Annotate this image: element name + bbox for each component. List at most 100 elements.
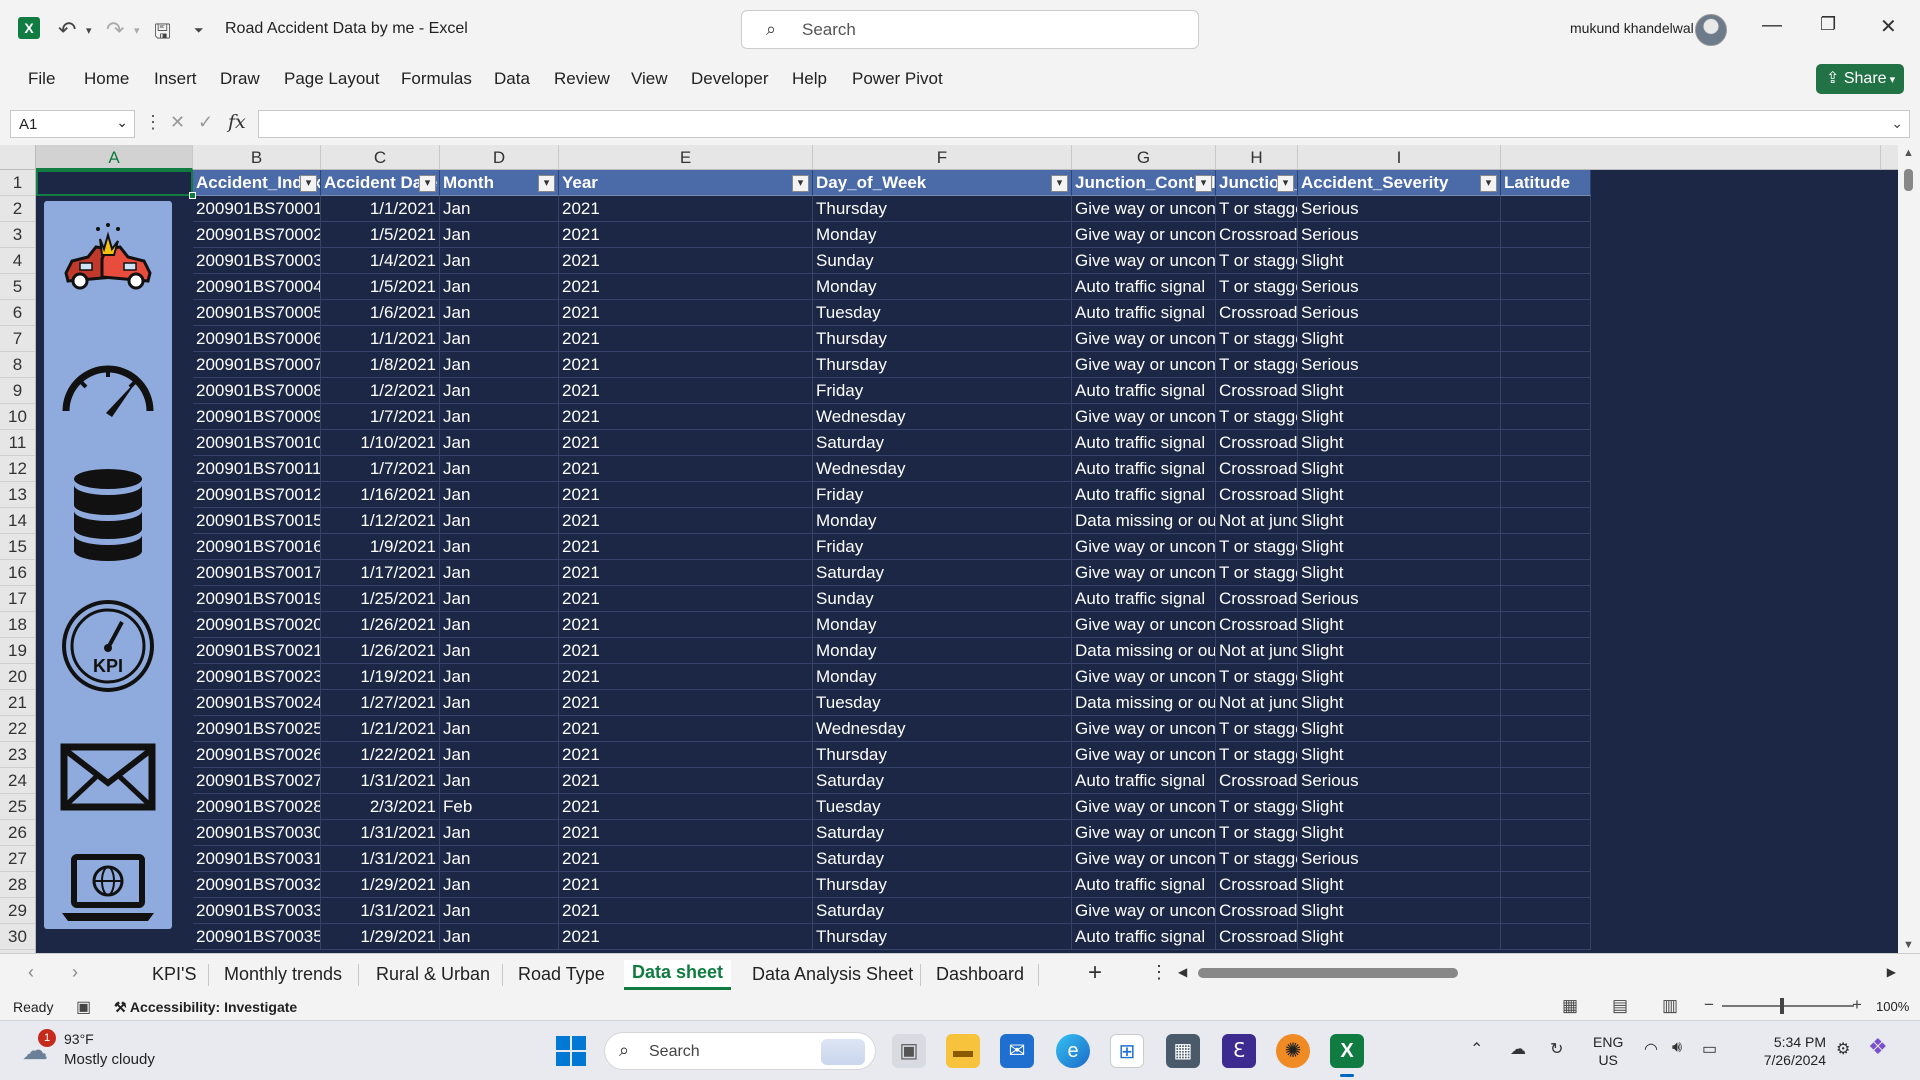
scroll-down-icon[interactable]: ▼ [1903, 939, 1914, 951]
table-cell[interactable]: Jan [440, 924, 559, 950]
table-cell[interactable]: 1/5/2021 [321, 222, 440, 248]
car-crash-icon[interactable] [58, 211, 158, 311]
table-cell[interactable]: T or staggered [1216, 820, 1298, 846]
table-cell[interactable]: 2021 [559, 794, 813, 820]
table-cell[interactable] [1501, 716, 1591, 742]
table-cell[interactable]: Slight [1298, 482, 1501, 508]
zoom-slider-thumb[interactable] [1780, 998, 1784, 1014]
kpi-gauge-icon[interactable]: KPI [58, 596, 158, 696]
customize-toolbar-icon[interactable]: ⏷ [194, 23, 204, 38]
table-cell[interactable]: Serious [1298, 586, 1501, 612]
table-cell[interactable]: Jan [440, 248, 559, 274]
table-cell[interactable]: 1/19/2021 [321, 664, 440, 690]
table-cell[interactable]: 1/10/2021 [321, 430, 440, 456]
table-cell[interactable]: Slight [1298, 560, 1501, 586]
menu-data[interactable]: Data [494, 69, 530, 89]
table-cell[interactable]: Jan [440, 508, 559, 534]
table-cell[interactable] [1501, 534, 1591, 560]
page-break-view-icon[interactable]: ▥ [1662, 996, 1678, 1016]
table-header-cell[interactable]: Day_of_Week ▾ [813, 170, 1072, 196]
table-cell[interactable]: Auto traffic signal [1072, 300, 1216, 326]
table-cell[interactable]: Jan [440, 586, 559, 612]
table-cell[interactable] [1501, 586, 1591, 612]
table-cell[interactable]: Friday [813, 534, 1072, 560]
close-icon[interactable]: ✕ [1880, 14, 1897, 39]
table-cell[interactable]: 2021 [559, 222, 813, 248]
table-cell[interactable]: Crossroads [1216, 430, 1298, 456]
page-layout-view-icon[interactable]: ▤ [1612, 996, 1628, 1016]
menu-page-layout[interactable]: Page Layout [284, 69, 379, 89]
tab-data-sheet[interactable]: Data sheet [624, 960, 732, 990]
table-cell[interactable]: 1/1/2021 [321, 196, 440, 222]
table-cell[interactable] [1501, 456, 1591, 482]
table-cell[interactable]: Give way or uncontrolled [1072, 534, 1216, 560]
row-header[interactable]: 30 [0, 924, 35, 950]
table-cell[interactable]: 1/2/2021 [321, 378, 440, 404]
table-cell[interactable]: Tuesday [813, 794, 1072, 820]
table-cell[interactable] [1501, 846, 1591, 872]
table-cell[interactable]: Give way or uncontrolled [1072, 664, 1216, 690]
mail-icon[interactable]: ✉ [1000, 1034, 1034, 1068]
sync-icon[interactable]: ↻ [1550, 1039, 1563, 1059]
table-cell[interactable]: Jan [440, 612, 559, 638]
table-cell[interactable]: T or staggered [1216, 846, 1298, 872]
normal-view-icon[interactable]: ▦ [1562, 996, 1578, 1016]
table-cell[interactable] [1501, 560, 1591, 586]
table-cell[interactable]: 200901BS70026 [193, 742, 321, 768]
table-cell[interactable]: 2021 [559, 482, 813, 508]
table-cell[interactable]: 200901BS70023 [193, 664, 321, 690]
table-cell[interactable]: Jan [440, 274, 559, 300]
battery-icon[interactable]: ▭ [1702, 1039, 1717, 1059]
table-cell[interactable]: Crossroads [1216, 924, 1298, 950]
table-cell[interactable]: Auto traffic signal [1072, 378, 1216, 404]
table-cell[interactable]: Jan [440, 664, 559, 690]
table-cell[interactable]: Jan [440, 768, 559, 794]
table-cell[interactable]: Slight [1298, 664, 1501, 690]
table-cell[interactable]: 1/12/2021 [321, 508, 440, 534]
table-cell[interactable] [1501, 248, 1591, 274]
avatar[interactable] [1695, 14, 1727, 46]
system-clock[interactable]: 5:34 PM 7/26/2024 [1756, 1033, 1826, 1069]
next-sheet-icon[interactable]: › [72, 962, 78, 983]
table-cell[interactable]: 2021 [559, 248, 813, 274]
table-cell[interactable]: 200901BS70033 [193, 898, 321, 924]
column-header-j[interactable] [1501, 145, 1881, 170]
table-cell[interactable]: Crossroads [1216, 378, 1298, 404]
select-all-corner[interactable] [0, 145, 36, 170]
table-cell[interactable]: Monday [813, 638, 1072, 664]
table-cell[interactable]: 1/17/2021 [321, 560, 440, 586]
row-header[interactable]: 8 [0, 352, 35, 378]
row-header[interactable]: 16 [0, 560, 35, 586]
table-cell[interactable]: Sunday [813, 586, 1072, 612]
table-cell[interactable]: Slight [1298, 872, 1501, 898]
table-cell[interactable]: Give way or uncontrolled [1072, 560, 1216, 586]
excel-taskbar-icon[interactable]: X [1330, 1034, 1364, 1077]
task-view-icon[interactable]: ▣ [892, 1034, 926, 1068]
table-cell[interactable]: 200901BS70032 [193, 872, 321, 898]
row-header[interactable]: 15 [0, 534, 35, 560]
zoom-level[interactable]: 100% [1876, 999, 1909, 1014]
table-cell[interactable]: 200901BS70011 [193, 456, 321, 482]
table-cell[interactable]: Monday [813, 508, 1072, 534]
table-cell[interactable]: T or staggered [1216, 664, 1298, 690]
column-header-i[interactable]: I [1298, 145, 1501, 170]
table-cell[interactable]: Saturday [813, 898, 1072, 924]
menu-draw[interactable]: Draw [220, 69, 260, 89]
row-header[interactable]: 27 [0, 846, 35, 872]
menu-power-pivot[interactable]: Power Pivot [852, 69, 943, 89]
menu-developer[interactable]: Developer [691, 69, 769, 89]
table-cell[interactable] [1501, 690, 1591, 716]
table-cell[interactable]: 200901BS70001 [193, 196, 321, 222]
table-cell[interactable]: 2021 [559, 664, 813, 690]
table-cell[interactable] [1501, 352, 1591, 378]
table-cell[interactable]: Saturday [813, 560, 1072, 586]
row-header[interactable]: 10 [0, 404, 35, 430]
edge-browser-icon[interactable]: e [1056, 1034, 1090, 1068]
table-cell[interactable]: 1/6/2021 [321, 300, 440, 326]
table-cell[interactable]: Data missing or out of range [1072, 508, 1216, 534]
filter-dropdown-icon[interactable]: ▾ [1277, 175, 1294, 192]
table-cell[interactable]: 200901BS70035 [193, 924, 321, 950]
scroll-left-icon[interactable]: ◀ [1178, 965, 1187, 979]
table-cell[interactable]: Slight [1298, 404, 1501, 430]
row-header[interactable]: 2 [0, 196, 35, 222]
